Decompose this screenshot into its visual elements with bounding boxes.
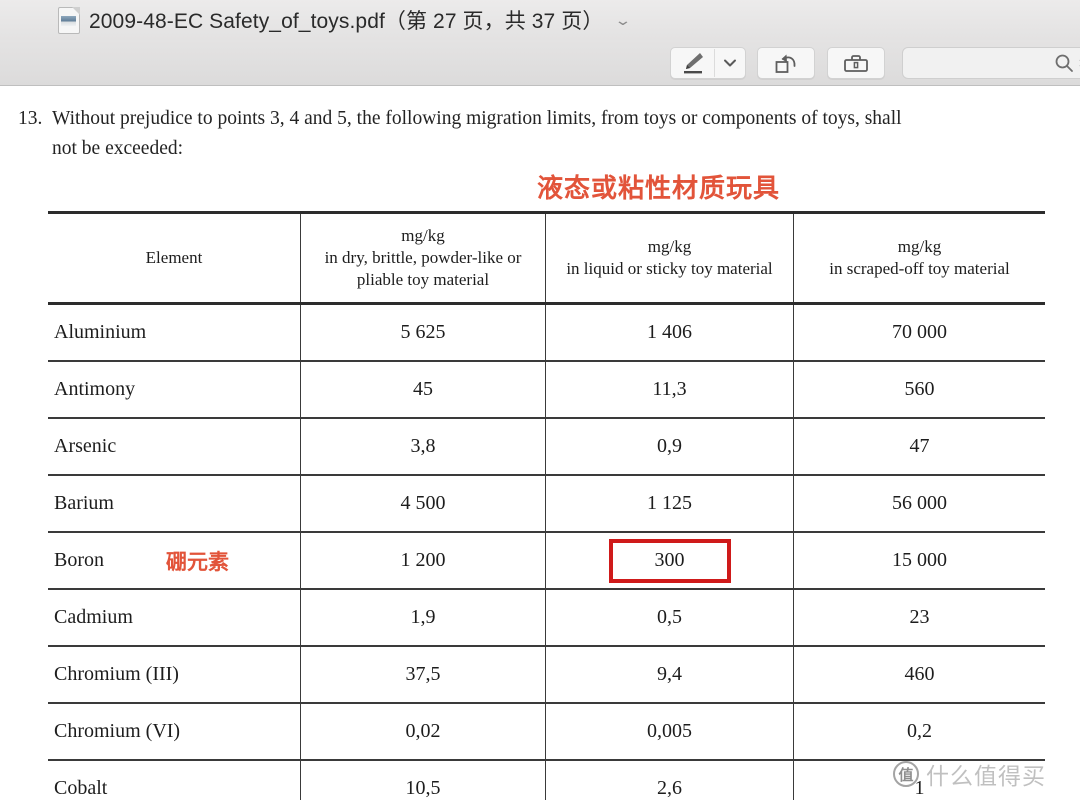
header-dry-material: mg/kg in dry, brittle, powder-like or pl… (300, 211, 546, 305)
table-row: Barium 4 500 1 125 56 000 (48, 474, 1045, 533)
chevron-down-icon (724, 59, 737, 67)
cell-dry: 10,5 (300, 759, 546, 800)
cell-dry: 37,5 (300, 645, 546, 704)
cell-dry: 45 (300, 360, 546, 419)
header-liquid-unit: mg/kg (647, 237, 692, 256)
cell-liquid: 0,9 (545, 417, 794, 476)
search-field[interactable]: 搜 (902, 47, 1080, 79)
cell-element: Chromium (VI) (48, 702, 301, 761)
table-row: Arsenic 3,8 0,9 47 (48, 417, 1045, 476)
header-element-label: Element (145, 248, 203, 267)
window-titlebar: 2009-48-EC Safety_of_toys.pdf（第 27 页，共 3… (0, 0, 1080, 40)
table-row: Chromium (VI) 0,02 0,005 0,2 (48, 702, 1045, 761)
paragraph-line-1: Without prejudice to points 3, 4 and 5, … (52, 108, 902, 129)
body-paragraph: 13. Without prejudice to points 3, 4 and … (18, 104, 1058, 164)
pdf-viewer-window: 2009-48-EC Safety_of_toys.pdf（第 27 页，共 3… (0, 0, 1080, 800)
cell-dry: 1,9 (300, 588, 546, 647)
markup-toolbox-group[interactable] (827, 47, 885, 79)
pdf-document-icon (58, 6, 80, 34)
cell-dry: 0,02 (300, 702, 546, 761)
table-header: Element mg/kg in dry, brittle, powder-li… (48, 211, 1045, 305)
header-dry-line1: in dry, brittle, powder-like or (324, 248, 522, 267)
cell-scraped: 47 (793, 417, 1045, 476)
cell-scraped: 70 000 (793, 302, 1045, 362)
header-scraped-unit: mg/kg (897, 237, 942, 256)
title-chevron-down-icon[interactable]: ⌄ (615, 13, 633, 27)
header-liquid-material: mg/kg in liquid or sticky toy material (545, 211, 794, 305)
header-dry-unit: mg/kg (401, 226, 445, 245)
cell-element: Barium (48, 474, 301, 533)
table-row-boron: Boron 硼元素 1 200 300 15 000 (48, 531, 1045, 590)
header-element: Element (48, 211, 301, 305)
highlight-pen-button[interactable] (671, 48, 714, 78)
rotate-left-icon (775, 54, 796, 73)
table-body: Aluminium 5 625 1 406 70 000 Antimony 45… (48, 302, 1045, 800)
cell-element-label: Boron (54, 549, 104, 571)
highlight-tool-group (670, 47, 746, 79)
cell-liquid: 11,3 (545, 360, 794, 419)
table-row: Antimony 45 11,3 560 (48, 360, 1045, 419)
search-icon (1055, 54, 1073, 72)
paragraph-number: 13. (18, 108, 43, 129)
highlight-pen-icon (683, 53, 703, 74)
cell-dry: 5 625 (300, 302, 546, 362)
table-row: Cadmium 1,9 0,5 23 (48, 588, 1045, 647)
cell-scraped: 460 (793, 645, 1045, 704)
cell-liquid: 2,6 (545, 759, 794, 800)
cell-element: Cobalt (48, 759, 301, 800)
table-header-row: Element mg/kg in dry, brittle, powder-li… (48, 211, 1045, 305)
cell-element: Boron 硼元素 (48, 531, 301, 590)
cell-element: Cadmium (48, 588, 301, 647)
cell-element: Aluminium (48, 302, 301, 362)
toolbox-icon (844, 55, 868, 72)
cell-liquid: 1 125 (545, 474, 794, 533)
cell-scraped: 23 (793, 588, 1045, 647)
cell-liquid: 0,005 (545, 702, 794, 761)
table-row: Chromium (III) 37,5 9,4 460 (48, 645, 1045, 704)
annotation-boron-note: 硼元素 (166, 549, 229, 574)
cell-element: Chromium (III) (48, 645, 301, 704)
window-title: 2009-48-EC Safety_of_toys.pdf（第 27 页，共 3… (89, 10, 604, 33)
cell-scraped: 56 000 (793, 474, 1045, 533)
annotation-liquid-sticky-note: 液态或粘性材质玩具 (537, 174, 781, 204)
cell-scraped: 1 (793, 759, 1045, 800)
paragraph-line-2: not be exceeded: (52, 138, 184, 159)
migration-limits-table: Element mg/kg in dry, brittle, powder-li… (48, 211, 1045, 800)
highlight-dropdown-button[interactable] (715, 48, 745, 78)
cell-dry: 1 200 (300, 531, 546, 590)
cell-scraped: 15 000 (793, 531, 1045, 590)
header-liquid-line1: in liquid or sticky toy material (566, 259, 773, 278)
header-scraped-line1: in scraped-off toy material (829, 259, 1010, 278)
cell-liquid: 1 406 (545, 302, 794, 362)
cell-element: Antimony (48, 360, 301, 419)
cell-liquid: 0,5 (545, 588, 794, 647)
table-row: Cobalt 10,5 2,6 1 (48, 759, 1045, 800)
viewer-toolbar: 搜 (0, 40, 1080, 86)
rotate-tool-group[interactable] (757, 47, 815, 79)
header-scraped-material: mg/kg in scraped-off toy material (793, 211, 1045, 305)
cell-dry: 4 500 (300, 474, 546, 533)
header-dry-line2: pliable toy material (356, 270, 490, 289)
table-row: Aluminium 5 625 1 406 70 000 (48, 302, 1045, 362)
pdf-page: 13. Without prejudice to points 3, 4 and … (0, 87, 1080, 800)
cell-liquid: 9,4 (545, 645, 794, 704)
cell-scraped: 560 (793, 360, 1045, 419)
cell-liquid-highlighted: 300 (545, 531, 794, 590)
cell-scraped: 0,2 (793, 702, 1045, 761)
cell-element: Arsenic (48, 417, 301, 476)
cell-dry: 3,8 (300, 417, 546, 476)
cell-liquid-value: 300 (654, 549, 685, 571)
